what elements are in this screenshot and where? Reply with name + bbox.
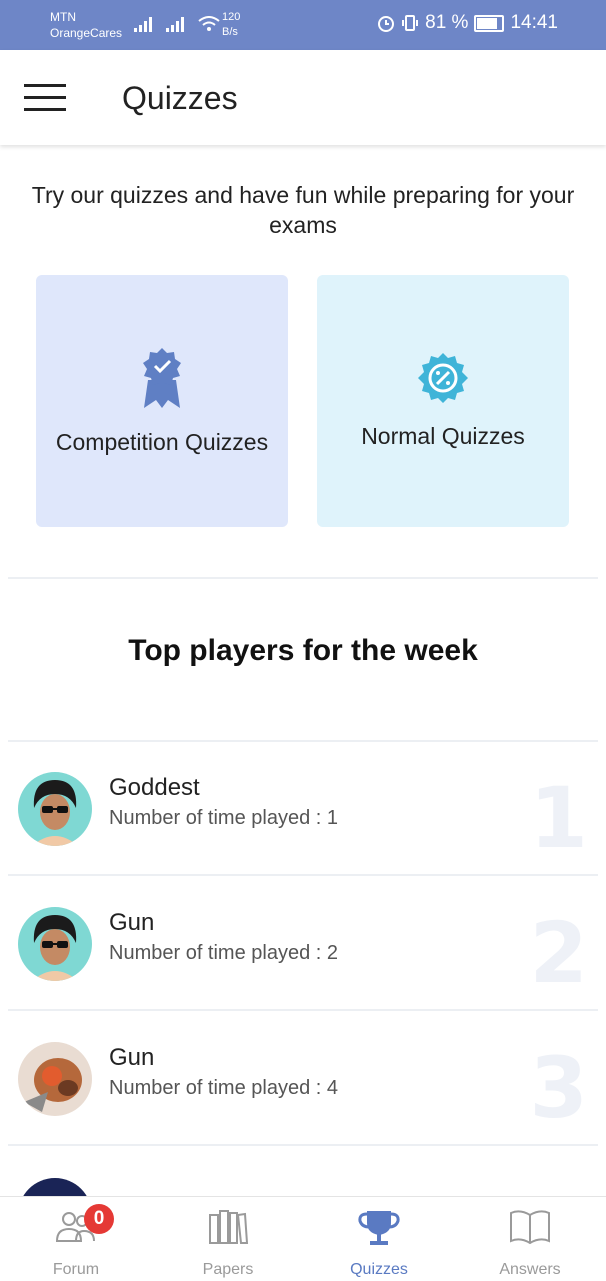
wifi-icon (198, 16, 220, 31)
avatar (18, 907, 92, 981)
page-title: Quizzes (122, 80, 238, 116)
player-rank: 1 (529, 769, 588, 867)
hamburger-icon[interactable] (24, 84, 66, 112)
divider (8, 577, 598, 579)
status-right: 81 % 14:41 (377, 12, 558, 34)
player-name: Gun (109, 909, 155, 936)
player-name: Gun (109, 1044, 155, 1071)
battery-icon (474, 14, 505, 32)
nav-quizzes-label: Quizzes (350, 1261, 408, 1278)
open-book-icon (510, 1210, 550, 1245)
player-rank: 3 (529, 1039, 588, 1137)
intro-text: Try our quizzes and have fun while prepa… (31, 182, 575, 238)
player-play-count: Number of time played : 1 (109, 807, 338, 829)
nav-papers-label: Papers (202, 1261, 254, 1278)
player-row[interactable]: Goddest Number of time played : 1 1 (8, 741, 598, 875)
speed-unit: B/s (222, 26, 238, 38)
percent-badge-icon (418, 353, 468, 403)
status-bar: MTN OrangeCares 120 B/s 81 % 14:41 (0, 0, 606, 50)
avatar (18, 772, 92, 846)
player-name: Goddest (109, 774, 200, 801)
player-play-count: Number of time played : 2 (109, 942, 338, 964)
carrier-info: MTN OrangeCares (50, 9, 122, 41)
books-icon (209, 1210, 249, 1244)
player-row[interactable]: Gun Number of time played : 4 3 (8, 1011, 598, 1145)
nav-answers-label: Answers (499, 1261, 561, 1278)
carrier-2: OrangeCares (50, 26, 123, 40)
speed-value: 120 (222, 11, 241, 23)
clock: 14:41 (510, 12, 558, 33)
normal-quizzes-card[interactable]: Normal Quizzes (317, 275, 569, 527)
nav-papers[interactable]: Papers (152, 1197, 304, 1281)
carrier-1: MTN (50, 10, 76, 24)
battery-percent: 81 % (425, 12, 469, 33)
nav-quizzes[interactable]: Quizzes (303, 1197, 455, 1281)
normal-quizzes-label: Normal Quizzes (361, 423, 525, 449)
competition-quizzes-card[interactable]: Competition Quizzes (36, 275, 288, 527)
competition-quizzes-label: Competition Quizzes (55, 429, 269, 455)
nav-answers[interactable]: Answers (454, 1197, 606, 1281)
signal-icon (134, 16, 220, 32)
avatar (18, 1042, 92, 1116)
player-play-count: Number of time played : 4 (109, 1077, 338, 1099)
player-row[interactable]: Gun Number of time played : 2 2 (8, 876, 598, 1010)
notification-badge: 0 (84, 1204, 114, 1234)
divider (8, 1144, 598, 1146)
bottom-nav: 0 Forum Papers Quizzes Answers (0, 1196, 606, 1281)
app-bar: Quizzes (0, 50, 606, 145)
vibrate-icon (402, 15, 419, 31)
player-rank: 2 (529, 904, 588, 1002)
trophy-icon (358, 1211, 400, 1245)
alarm-icon (378, 16, 395, 32)
nav-forum[interactable]: 0 Forum (0, 1197, 152, 1281)
network-speed: 120 B/s (222, 10, 240, 40)
award-ribbon-icon (143, 348, 181, 408)
nav-forum-label: Forum (52, 1261, 100, 1278)
top-players-title: Top players for the week (128, 634, 478, 667)
